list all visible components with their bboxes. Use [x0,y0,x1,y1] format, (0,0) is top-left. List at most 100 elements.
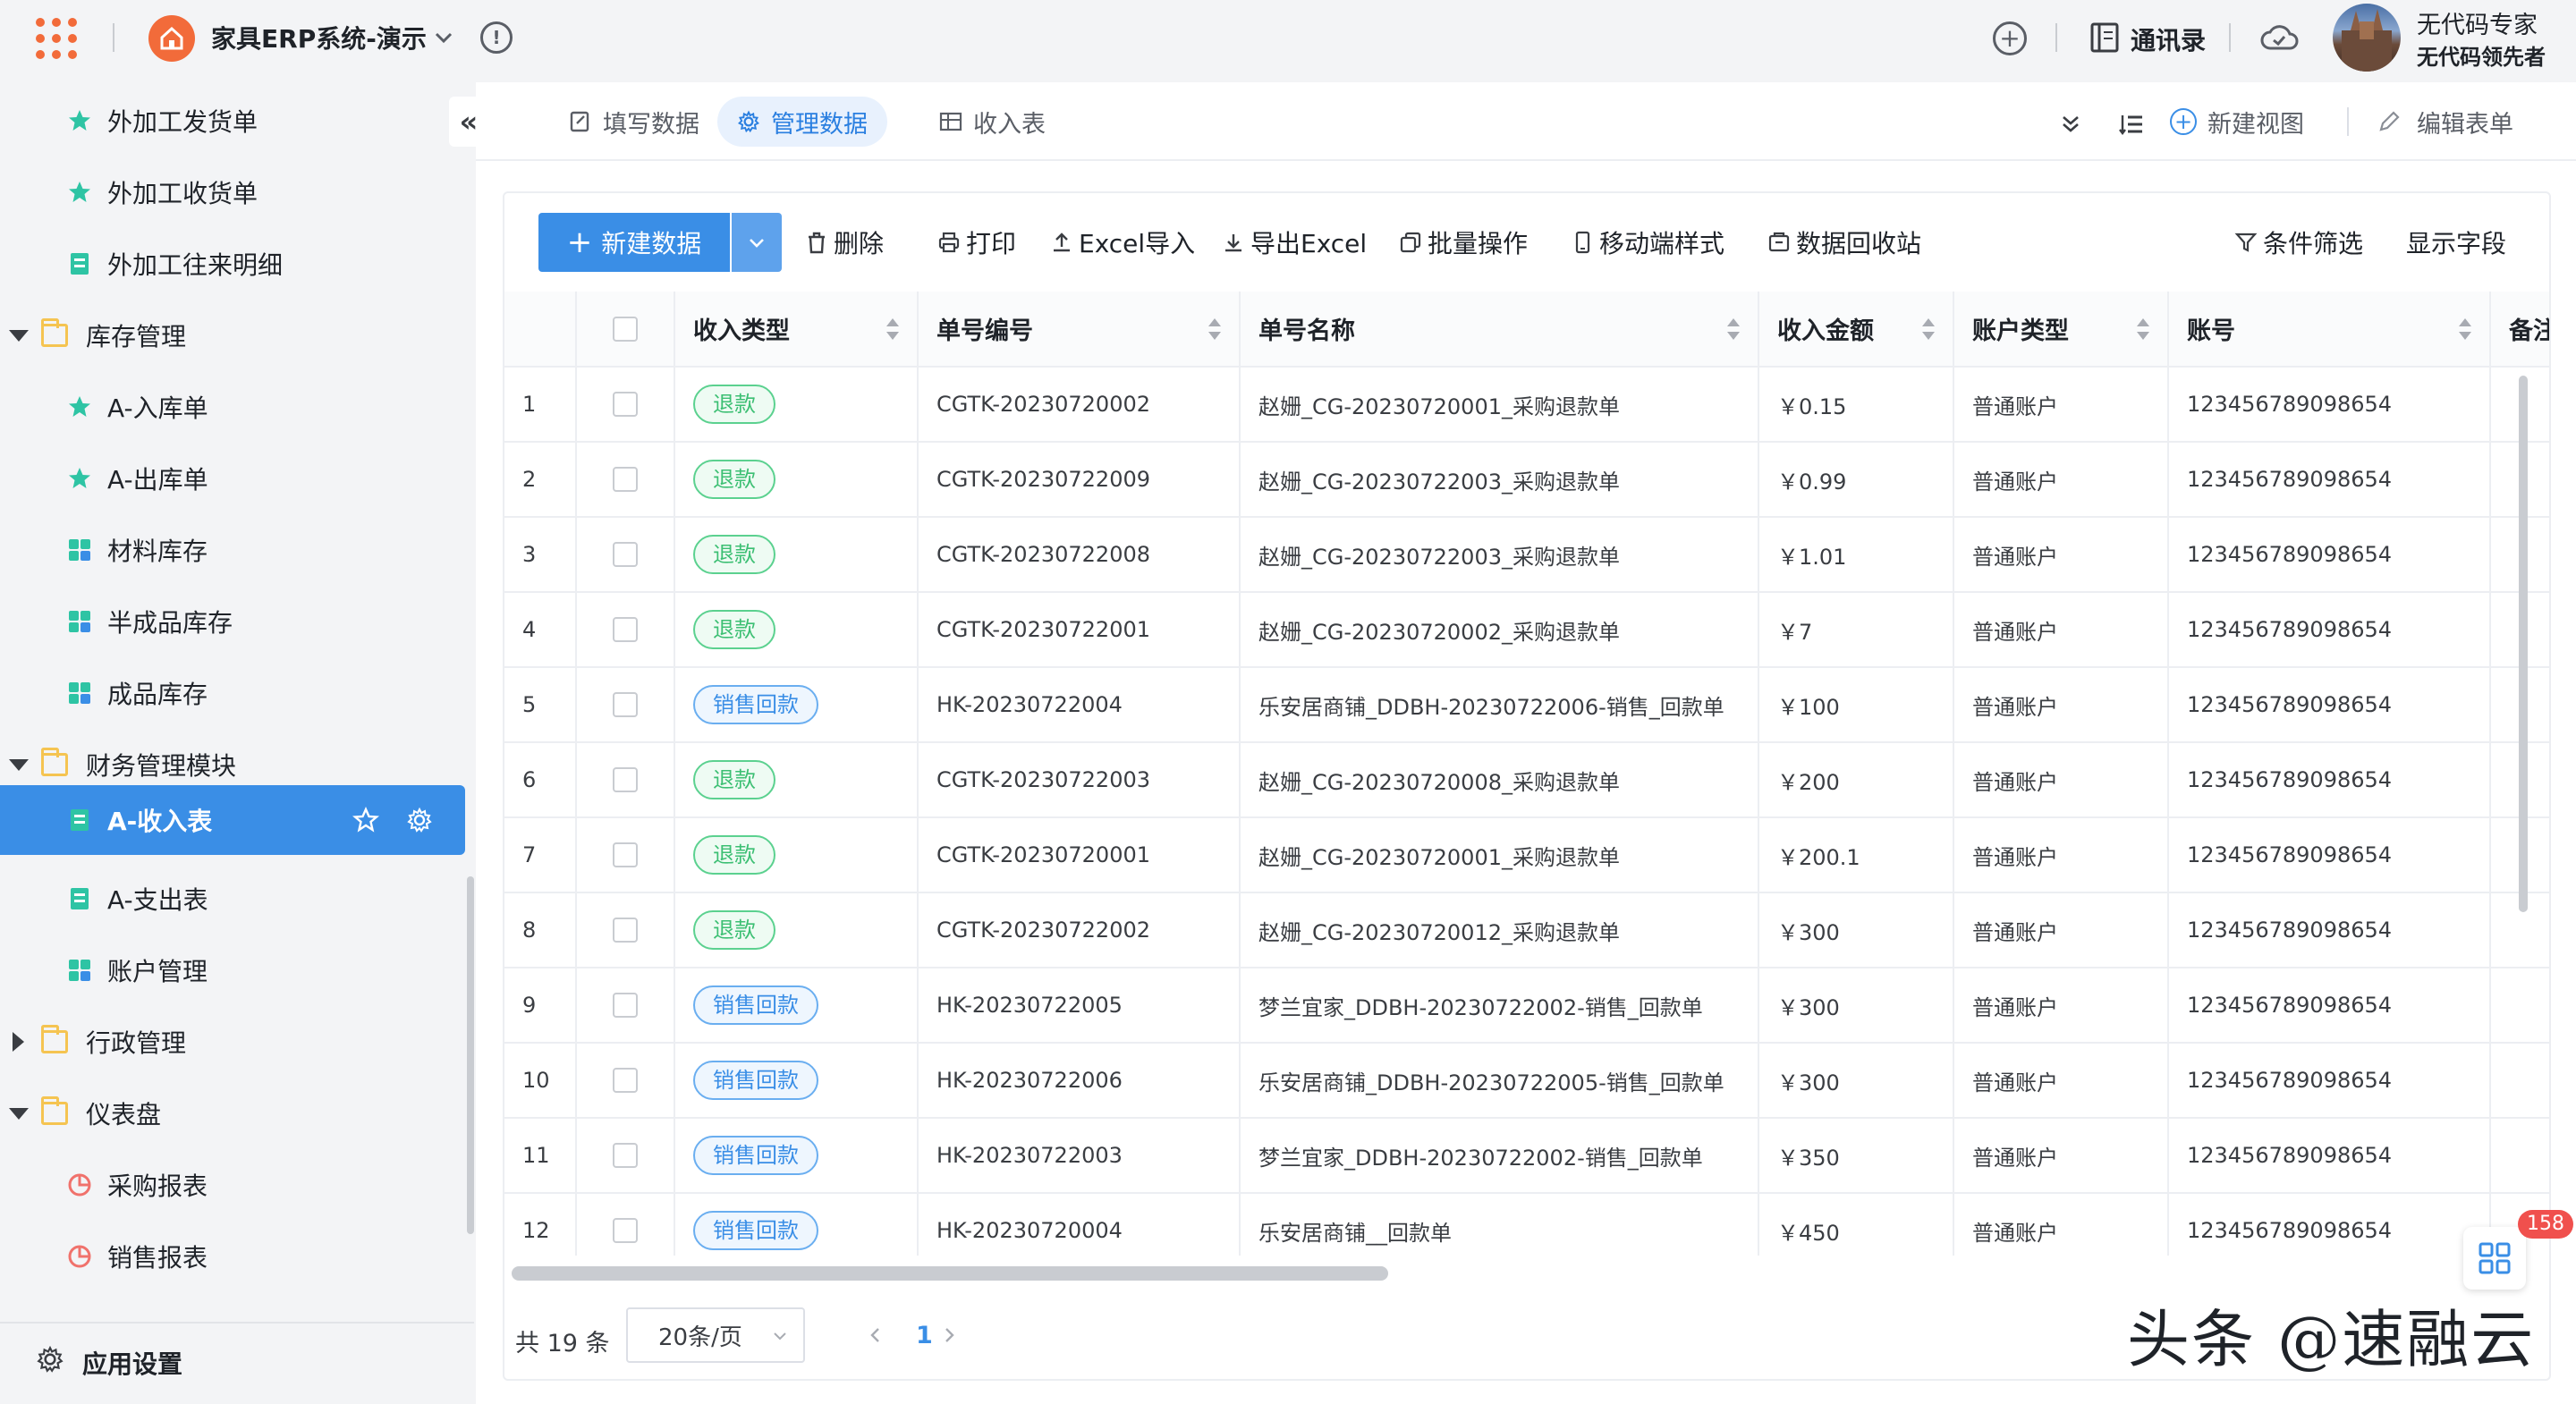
sort-icon[interactable] [2459,318,2471,340]
row-select-cell[interactable] [576,1193,675,1256]
caret-down-icon[interactable] [9,1108,29,1120]
sort-icon[interactable] [2137,318,2149,340]
sidebar-group-dashboard[interactable]: 仪表盘 [0,1078,465,1148]
sidebar-item-outsource-detail[interactable]: 外加工往来明细 [0,229,465,299]
sort-icon[interactable] [1922,318,1935,340]
row-checkbox[interactable] [613,918,638,943]
recycle-bin-button[interactable]: 数据回收站 [1767,213,1921,272]
chevrons-down-icon[interactable] [2057,111,2084,138]
row-checkbox[interactable] [613,1143,638,1168]
info-icon[interactable]: ! [480,21,513,54]
row-select-cell[interactable] [576,667,675,743]
chevron-down-icon[interactable] [431,25,456,50]
current-page[interactable]: 1 [916,1322,933,1349]
app-title[interactable]: 家具ERP系统-演示 [211,20,427,55]
sidebar-item-outsource-receive[interactable]: 外加工收货单 [0,157,465,227]
row-select-cell[interactable] [576,968,675,1044]
column-header[interactable]: 账户类型 [1953,292,2169,368]
mobile-style-button[interactable]: 移动端样式 [1571,213,1724,272]
filter-button[interactable]: 条件筛选 [2234,213,2363,272]
sidebar-item-product-stock[interactable]: 成品库存 [0,658,465,728]
delete-button[interactable]: 删除 [805,213,884,272]
sort-icon[interactable] [886,318,899,340]
row-checkbox[interactable] [613,542,638,567]
row-checkbox[interactable] [613,993,638,1018]
table-row[interactable]: 1 退款 CGTK-20230720002 赵姗_CG-20230720001_采购退… [504,367,2549,443]
print-button[interactable]: 打印 [937,213,1016,272]
row-checkbox[interactable] [613,392,638,417]
app-launcher-icon[interactable] [36,18,77,59]
sidebar-item-material-stock[interactable]: 材料库存 [0,515,465,585]
sidebar-item-semi-stock[interactable]: 半成品库存 [0,587,465,656]
sidebar-group-admin[interactable]: 行政管理 [0,1007,465,1077]
row-select-cell[interactable] [576,817,675,893]
sidebar-item-expense[interactable]: A-支出表 [0,864,465,934]
contacts-label[interactable]: 通讯录 [2131,21,2206,57]
sidebar-item-stock-in[interactable]: A-入库单 [0,372,465,442]
column-header[interactable]: 收入类型 [674,292,919,368]
caret-right-icon[interactable] [13,1032,24,1052]
table-row[interactable]: 8 退款 CGTK-20230722002 赵姗_CG-20230720012_采购退… [504,892,2549,968]
row-checkbox[interactable] [613,767,638,792]
row-select-cell[interactable] [576,742,675,818]
table-vertical-scrollbar[interactable] [2519,376,2528,912]
table-row[interactable]: 4 退款 CGTK-20230722001 赵姗_CG-20230720002_采购退… [504,592,2549,668]
table-row[interactable]: 12 销售回款 HK-20230720004 乐安居商铺__回款单 ￥450 普通账户 12… [504,1193,2549,1256]
tab-income-table[interactable]: 收入表 [919,97,1065,147]
row-select-cell[interactable] [576,1118,675,1194]
sidebar-item-accounts[interactable]: 账户管理 [0,935,465,1005]
column-header[interactable]: 备注 [2490,292,2549,368]
avatar[interactable] [2333,4,2401,72]
row-select-cell[interactable] [576,1043,675,1119]
column-header[interactable]: 账号 [2168,292,2491,368]
new-view-button[interactable]: + 新建视图 [2170,97,2304,147]
sort-icon[interactable] [1727,318,1740,340]
sort-list-icon[interactable] [2118,111,2145,138]
row-select-cell[interactable] [576,367,675,443]
export-excel-button[interactable]: 导出Excel [1222,213,1367,272]
sidebar-scrollbar[interactable] [467,876,474,1234]
sidebar-item-purchase-report[interactable]: 采购报表 [0,1150,465,1220]
page-size-select[interactable]: 20条/页 [626,1307,805,1363]
sidebar-item-income[interactable]: A-收入表 [0,785,465,855]
row-checkbox[interactable] [613,1068,638,1093]
row-select-cell[interactable] [576,517,675,593]
show-fields-button[interactable]: 显示字段 [2406,213,2506,272]
row-checkbox[interactable] [613,1218,638,1243]
sort-icon[interactable] [1208,318,1221,340]
quick-apps-button[interactable] [2463,1227,2526,1290]
select-all-checkbox[interactable] [613,316,638,342]
row-checkbox[interactable] [613,617,638,642]
new-data-dropdown-button[interactable] [732,213,782,272]
column-header[interactable]: 收入金额 [1758,292,1954,368]
table-row[interactable]: 6 退款 CGTK-20230722003 赵姗_CG-20230720008_采购退… [504,742,2549,818]
star-outline-icon[interactable] [352,807,379,833]
batch-operation-button[interactable]: 批量操作 [1399,213,1528,272]
caret-down-icon[interactable] [9,759,29,771]
row-select-cell[interactable] [576,592,675,668]
row-checkbox[interactable] [613,842,638,867]
table-row[interactable]: 11 销售回款 HK-20230722003 梦兰宜家_DDBH-2023072200… [504,1118,2549,1194]
edit-form-button[interactable]: 编辑表单 [2377,97,2513,147]
table-horizontal-scrollbar[interactable] [512,1266,1388,1281]
row-select-cell[interactable] [576,892,675,968]
contacts-book-icon[interactable] [2089,21,2120,54]
tab-fill-data[interactable]: 填写数据 [549,97,719,147]
table-row[interactable]: 3 退款 CGTK-20230722008 赵姗_CG-20230722003_采购退… [504,517,2549,593]
table-row[interactable]: 10 销售回款 HK-20230722006 乐安居商铺_DDBH-202307220… [504,1043,2549,1119]
add-circle-icon[interactable]: + [1993,21,2027,55]
cloud-check-icon[interactable] [2259,23,2299,54]
sidebar-group-inventory[interactable]: 库存管理 [0,300,465,370]
table-row[interactable]: 9 销售回款 HK-20230722005 梦兰宜家_DDBH-20230722002… [504,968,2549,1044]
sidebar-item-sales-report[interactable]: 销售报表 [0,1222,465,1291]
table-row[interactable]: 2 退款 CGTK-20230722009 赵姗_CG-20230722003_采购退… [504,442,2549,518]
caret-down-icon[interactable] [9,330,29,342]
excel-import-button[interactable]: Excel导入 [1050,213,1195,272]
tab-manage-data[interactable]: 管理数据 [717,97,887,147]
row-select-cell[interactable] [576,442,675,518]
gear-icon[interactable] [406,807,433,833]
table-row[interactable]: 5 销售回款 HK-20230722004 乐安居商铺_DDBH-2023072200… [504,667,2549,743]
column-header[interactable]: 单号名称 [1240,292,1759,368]
chevron-right-icon[interactable] [939,1325,959,1345]
sidebar-item-stock-out[interactable]: A-出库单 [0,444,465,513]
